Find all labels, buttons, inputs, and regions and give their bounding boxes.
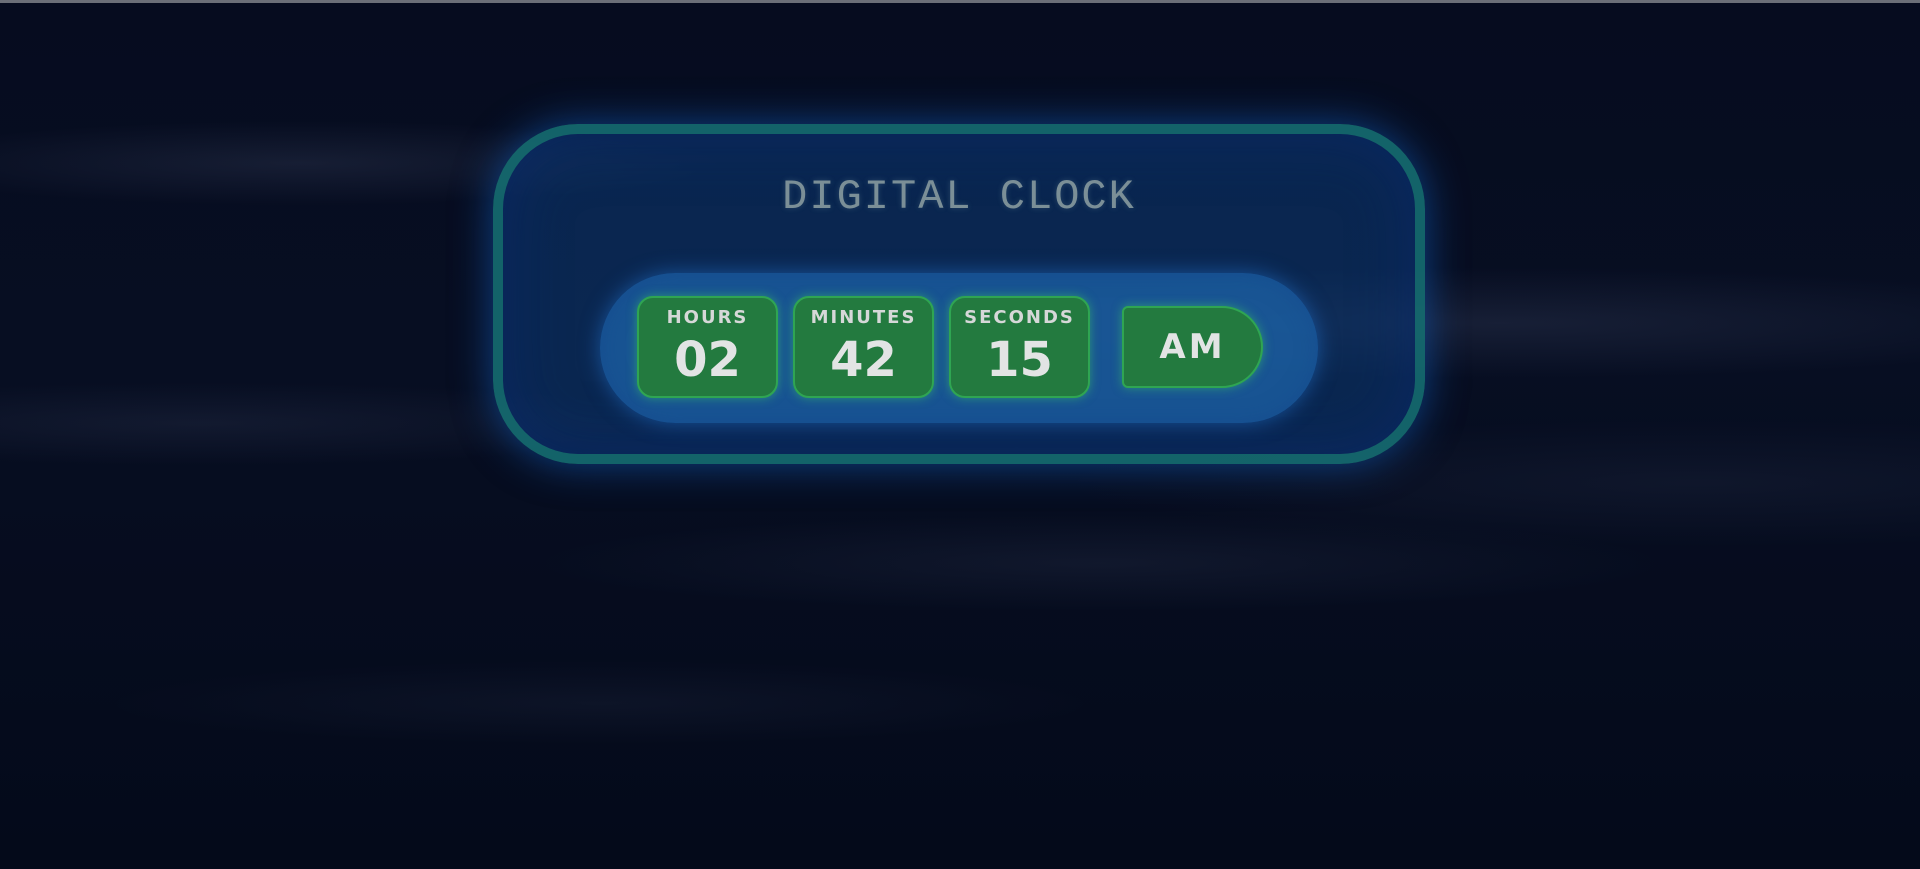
am-pm-indicator: AM bbox=[1122, 306, 1263, 388]
seconds-label: SECONDS bbox=[964, 307, 1075, 328]
minutes-tile: MINUTES 42 bbox=[793, 296, 934, 398]
hours-tile: HOURS 02 bbox=[637, 296, 778, 398]
digital-clock-card: DIGITAL CLOCK HOURS 02 MINUTES 42 SECOND… bbox=[493, 124, 1425, 464]
seconds-tile: SECONDS 15 bbox=[949, 296, 1090, 398]
minutes-value: 42 bbox=[830, 332, 897, 388]
hours-label: HOURS bbox=[666, 307, 749, 328]
clock-title: DIGITAL CLOCK bbox=[782, 173, 1136, 221]
clock-display-tray: HOURS 02 MINUTES 42 SECONDS 15 AM bbox=[600, 273, 1318, 423]
seconds-value: 15 bbox=[986, 332, 1053, 388]
hours-value: 02 bbox=[674, 332, 741, 388]
minutes-label: MINUTES bbox=[810, 307, 917, 328]
